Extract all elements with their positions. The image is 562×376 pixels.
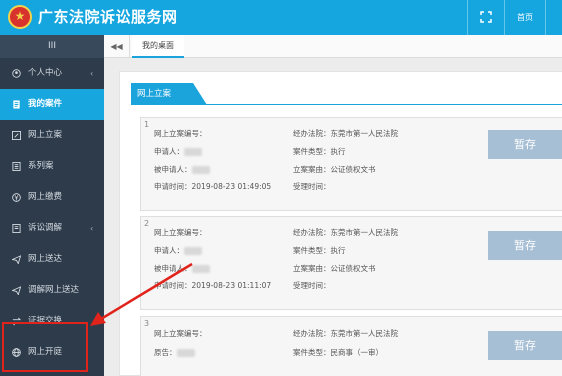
app-title: 广东法院诉讼服务网 <box>38 8 178 26</box>
section-divider <box>131 104 562 105</box>
redacted-name <box>184 247 202 255</box>
annotation-arrow <box>90 262 193 326</box>
accept-time-field: 受理时间： <box>293 281 331 290</box>
sidebar-item-online-filing[interactable]: 网上立案 <box>0 120 104 151</box>
case-type-field: 案件类型：执行 <box>293 147 346 156</box>
case-number-label: 网上立案编号： <box>154 228 207 237</box>
redacted-name <box>176 349 195 357</box>
applicant-label: 申请人： <box>154 246 184 255</box>
case-type-field: 案件类型：民商事（一审） <box>293 348 383 357</box>
chevron-left-icon: ‹ <box>90 224 94 233</box>
sidebar-item-label: 网上缴费 <box>28 192 63 202</box>
sidebar-item-my-cases[interactable]: 我的案件 <box>0 89 104 120</box>
court-field: 经办法院：东莞市第一人民法院 <box>293 228 398 237</box>
applicant-field: 申请人： <box>154 147 202 157</box>
case-cause-field: 立案案由：公证债权文书 <box>293 264 376 273</box>
apply-time-value: 2019-08-23 01:11:07 <box>191 281 272 290</box>
chevron-left-icon: ‹ <box>90 69 94 78</box>
apply-time-value: 2019-08-23 01:49:05 <box>191 182 272 191</box>
applicant-field: 申请人： <box>154 246 202 256</box>
tab-bar: ◀◀ 我的桌面 <box>104 35 562 58</box>
yen-icon <box>12 193 21 202</box>
respondent-label: 被申请人： <box>154 165 192 174</box>
plaintiff-label: 原告： <box>154 348 177 357</box>
case-number-label: 网上立案编号： <box>154 129 207 138</box>
sidebar-item-label: 网上立案 <box>28 130 63 140</box>
court-emblem-logo: ★ <box>8 5 32 29</box>
plaintiff-field: 原告： <box>154 348 195 358</box>
sidebar-item-label: 诉讼调解 <box>28 223 63 233</box>
send-icon <box>12 255 21 264</box>
case-card[interactable]: 3 网上立案编号： 原告： 经办法院：东莞市第一人民法院 案件类型：民商事（一审… <box>140 316 562 376</box>
apply-time-field: 申请时间：2019-08-23 01:49:05 <box>154 182 271 192</box>
sidebar-item-label: 系列案 <box>28 161 54 171</box>
annotation-highlight-box <box>2 322 88 372</box>
save-draft-button[interactable]: 暂存 <box>488 331 562 360</box>
applicant-label: 申请人： <box>154 147 184 156</box>
accept-time-field: 受理时间： <box>293 182 331 191</box>
document-icon <box>13 100 20 109</box>
sidebar-item-litigation-mediation[interactable]: 诉讼调解 ‹ <box>0 213 104 244</box>
case-card[interactable]: 2 网上立案编号： 申请人： 被申请人： 申请时间：2019-08-23 01:… <box>140 216 562 310</box>
save-draft-button[interactable]: 暂存 <box>488 231 562 260</box>
case-type-field: 案件类型：执行 <box>293 246 346 255</box>
save-draft-button[interactable]: 暂存 <box>488 130 562 159</box>
section-title: 网上立案 <box>137 89 172 99</box>
sidebar-item-label: 网上送达 <box>28 254 63 264</box>
mediation-icon <box>12 224 21 233</box>
fullscreen-icon[interactable] <box>478 9 494 25</box>
case-cause-field: 立案案由：公证债权文书 <box>293 165 376 174</box>
sidebar-item-online-payment[interactable]: 网上缴费 <box>0 182 104 213</box>
sidebar-item-series-cases[interactable]: 系列案 <box>0 151 104 182</box>
respondent-field: 被申请人： <box>154 165 210 175</box>
home-button[interactable]: 首页 <box>506 0 544 35</box>
sidebar-item-label: 调解网上送达 <box>28 285 80 295</box>
header-divider <box>467 0 468 35</box>
tab-my-desktop[interactable]: 我的桌面 <box>132 35 184 58</box>
court-field: 经办法院：东莞市第一人民法院 <box>293 129 398 138</box>
header-divider <box>545 0 546 35</box>
list-icon <box>12 162 21 171</box>
user-icon <box>12 69 21 78</box>
top-header: ★ 广东法院诉讼服务网 首页 <box>0 0 562 35</box>
sidebar-toggle-button[interactable]: III <box>0 35 104 58</box>
court-field: 经办法院：东莞市第一人民法院 <box>293 329 398 338</box>
tab-scroll-left-button[interactable]: ◀◀ <box>104 35 130 58</box>
sidebar-item-label: 我的案件 <box>28 99 63 109</box>
redacted-name <box>184 148 202 156</box>
edit-icon <box>12 131 21 140</box>
case-card[interactable]: 1 网上立案编号： 申请人： 被申请人： 申请时间：2019-08-23 01:… <box>140 117 562 211</box>
redacted-name <box>191 166 210 174</box>
send-icon <box>12 286 21 295</box>
header-divider <box>504 0 505 35</box>
card-number: 2 <box>144 219 150 228</box>
case-number-label: 网上立案编号： <box>154 329 207 338</box>
sidebar-item-personal-center[interactable]: 个人中心 ‹ <box>0 58 104 89</box>
card-number: 1 <box>144 120 150 129</box>
apply-time-label: 申请时间： <box>154 182 192 191</box>
sidebar-item-label: 个人中心 <box>28 68 63 78</box>
